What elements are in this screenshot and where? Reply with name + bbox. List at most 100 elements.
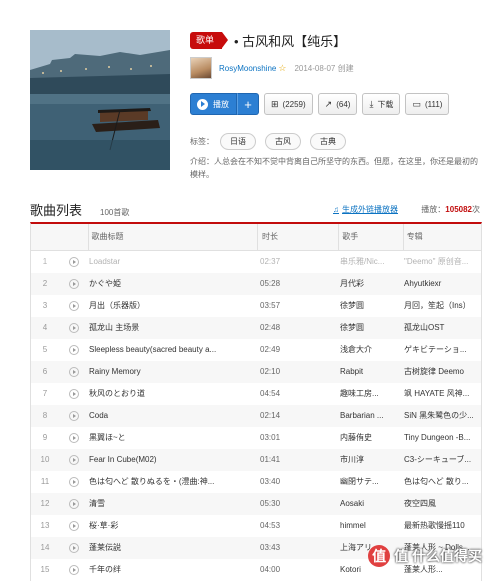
song-duration: 03:43 <box>260 543 281 552</box>
song-album[interactable]: 古树旋律 Deemo <box>401 366 479 377</box>
row-play-button[interactable] <box>59 344 89 355</box>
song-title[interactable]: Coda <box>89 411 256 420</box>
row-play-button[interactable] <box>59 410 89 421</box>
table-body: 1 Loadstar 02:37 串乐雅/Nic... "Deemo" 原创音... 2 か… <box>31 251 481 581</box>
share-button[interactable]: ↗ (64) <box>317 93 358 115</box>
play-icon <box>69 344 79 355</box>
song-title[interactable]: Sleepless beauty(sacred beauty a... <box>89 345 256 354</box>
table-row[interactable]: 12 清雪 05:30 Aosaki 夜空四風 <box>31 493 481 515</box>
header-title: 歌曲标题 <box>88 224 257 250</box>
song-artist[interactable]: 徐梦圆 <box>337 322 401 333</box>
song-artist[interactable]: Aosaki <box>337 499 401 508</box>
table-row[interactable]: 9 黒翼ほ~と 03:01 内藤侑史 Tiny Dungeon -B... <box>31 427 481 449</box>
tag-pill[interactable]: 日语 <box>220 133 256 150</box>
song-duration: 03:01 <box>260 433 281 442</box>
song-duration: 04:54 <box>260 389 281 398</box>
song-album[interactable]: 夜空四風 <box>401 498 479 509</box>
tag-pill[interactable]: 古风 <box>265 133 301 150</box>
table-row[interactable]: 7 秋风のとおり道 04:54 趣味工房... 飒 HAYATE 风神... <box>31 383 481 405</box>
table-row[interactable]: 4 孤龙山 主场景 02:48 徐梦圆 孤龙山OST <box>31 317 481 339</box>
song-title[interactable]: Loadstar <box>89 257 256 266</box>
song-album[interactable]: 孤龙山OST <box>401 322 479 333</box>
row-play-button[interactable] <box>59 476 89 487</box>
play-icon <box>69 520 79 531</box>
creator-info: RosyMoonshine ☆ 2014-08-07 创建 <box>190 57 354 79</box>
song-count: 100首歌 <box>100 208 130 217</box>
add-to-queue-button[interactable]: + <box>237 93 259 115</box>
play-icon <box>197 98 208 110</box>
row-play-button[interactable] <box>59 322 89 333</box>
song-album[interactable]: ゲキビテーショ... <box>401 344 479 355</box>
song-duration: 04:53 <box>260 521 281 530</box>
play-icon <box>69 278 79 289</box>
song-title[interactable]: 秋风のとおり道 <box>89 388 256 399</box>
song-title[interactable]: 清雪 <box>89 498 256 509</box>
row-play-button[interactable] <box>59 366 89 377</box>
song-album[interactable]: 色は匂へど 散り... <box>401 476 479 487</box>
song-album[interactable]: SiN 黑朱鹭色の少... <box>401 410 479 421</box>
song-artist[interactable]: 趣味工房... <box>337 388 401 399</box>
tag-pill[interactable]: 古典 <box>310 133 346 150</box>
song-title[interactable]: かぐや姫 <box>89 278 256 289</box>
table-row[interactable]: 2 かぐや姫 05:28 月代彩 Ahyutkiexr <box>31 273 481 295</box>
table-row[interactable]: 6 Rainy Memory 02:10 Rabpit 古树旋律 Deemo <box>31 361 481 383</box>
song-title[interactable]: 黒翼ほ~と <box>89 432 256 443</box>
song-title[interactable]: 孤龙山 主场景 <box>89 322 256 333</box>
row-play-button[interactable] <box>59 498 89 509</box>
table-row[interactable]: 13 桜·草·彩 04:53 himmel 最新热歌慢摇110 <box>31 515 481 537</box>
song-title[interactable]: 桜·草·彩 <box>89 520 256 531</box>
play-icon <box>69 432 79 443</box>
song-album[interactable]: 飒 HAYATE 风神... <box>401 388 479 399</box>
song-duration: 02:37 <box>260 257 281 266</box>
song-artist[interactable]: 徐梦圆 <box>337 300 401 311</box>
song-title[interactable]: 千年の绊 <box>89 564 256 575</box>
comment-button[interactable]: ▭ (111) <box>405 93 450 115</box>
collect-button[interactable]: ⊞ (2259) <box>264 93 313 115</box>
row-play-button[interactable] <box>59 278 89 289</box>
row-index: 12 <box>40 499 50 508</box>
song-artist[interactable]: 幽閉サテ... <box>337 476 401 487</box>
song-artist[interactable]: 串乐雅/Nic... <box>337 256 401 267</box>
song-title[interactable]: Fear In Cube(M02) <box>89 455 256 464</box>
song-duration: 02:10 <box>260 367 281 376</box>
table-row[interactable]: 11 色は匂へど 散りぬるを・(澧曲:神... 03:40 幽閉サテ... 色は匂へど … <box>31 471 481 493</box>
row-play-button[interactable] <box>59 256 89 267</box>
song-album[interactable]: Tiny Dungeon -B... <box>401 433 479 442</box>
music-note-icon: ♫ <box>333 205 339 214</box>
song-album[interactable]: "Deemo" 原创音... <box>401 256 479 267</box>
song-title[interactable]: 色は匂へど 散りぬるを・(澧曲:神... <box>89 476 256 487</box>
table-row[interactable]: 3 月出（乐器版） 03:57 徐梦圆 月回，笙起（Ins） <box>31 295 481 317</box>
song-artist[interactable]: 月代彩 <box>337 278 401 289</box>
table-row[interactable]: 5 Sleepless beauty(sacred beauty a... 02:4… <box>31 339 481 361</box>
play-icon <box>69 366 79 377</box>
song-artist[interactable]: 市川淳 <box>337 454 401 465</box>
row-play-button[interactable] <box>59 564 89 575</box>
row-play-button[interactable] <box>59 520 89 531</box>
song-artist[interactable]: Rabpit <box>337 367 401 376</box>
song-artist[interactable]: Barbarian ... <box>337 411 401 420</box>
song-artist[interactable]: 浅倉大介 <box>337 344 401 355</box>
song-album[interactable]: C3-シーキューブ... <box>401 454 479 465</box>
row-play-button[interactable] <box>59 542 89 553</box>
download-button[interactable]: ⤓ 下载 <box>362 93 401 115</box>
song-album[interactable]: 最新热歌慢摇110 <box>401 520 479 531</box>
table-row[interactable]: 8 Coda 02:14 Barbarian ... SiN 黑朱鹭色の少... <box>31 405 481 427</box>
song-artist[interactable]: himmel <box>337 521 401 530</box>
row-play-button[interactable] <box>59 388 89 399</box>
table-row[interactable]: 10 Fear In Cube(M02) 01:41 市川淳 C3-シーキューブ... <box>31 449 481 471</box>
row-play-button[interactable] <box>59 454 89 465</box>
song-title[interactable]: 月出（乐器版） <box>89 300 256 311</box>
share-icon: ↗ <box>324 98 333 109</box>
song-artist[interactable]: 内藤侑史 <box>337 432 401 443</box>
creator-name-link[interactable]: RosyMoonshine <box>219 64 276 73</box>
song-title[interactable]: 蓬莱伝説 <box>89 542 256 553</box>
row-play-button[interactable] <box>59 300 89 311</box>
outlink-player-link[interactable]: ♫ 生成外链播放器 <box>333 204 398 215</box>
creator-avatar[interactable] <box>190 57 212 79</box>
table-row[interactable]: 1 Loadstar 02:37 串乐雅/Nic... "Deemo" 原创音... <box>31 251 481 273</box>
song-album[interactable]: Ahyutkiexr <box>401 279 479 288</box>
song-album[interactable]: 月回，笙起（Ins） <box>401 300 479 311</box>
song-title[interactable]: Rainy Memory <box>89 367 256 376</box>
row-play-button[interactable] <box>59 432 89 443</box>
play-button[interactable]: 播放 <box>190 93 237 115</box>
